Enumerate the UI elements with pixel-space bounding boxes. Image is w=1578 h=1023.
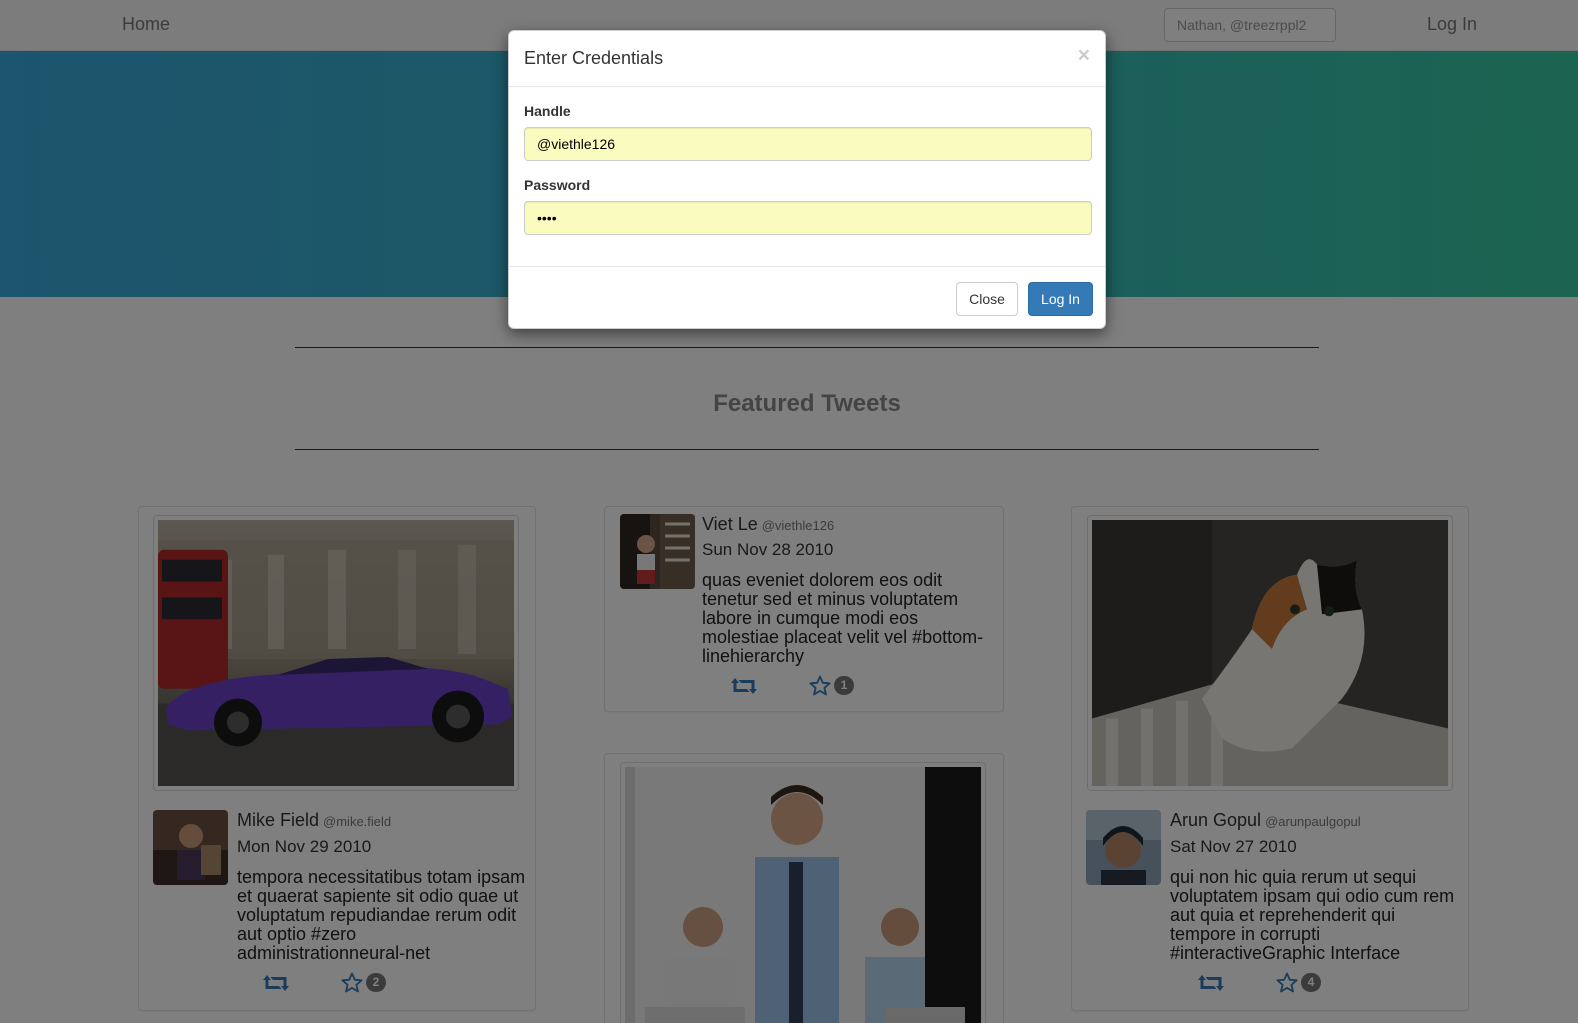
close-button[interactable]: Close: [956, 282, 1018, 316]
credentials-modal: Enter Credentials × Handle Password Clos…: [508, 30, 1106, 329]
modal-footer: Close Log In: [509, 266, 1105, 330]
modal-header: Enter Credentials ×: [509, 31, 1105, 87]
modal-title: Enter Credentials: [524, 48, 664, 68]
handle-input[interactable]: [524, 127, 1092, 161]
password-label: Password: [524, 177, 591, 193]
login-submit-button[interactable]: Log In: [1028, 282, 1093, 316]
password-input[interactable]: [524, 201, 1092, 235]
handle-label: Handle: [524, 103, 571, 119]
close-icon[interactable]: ×: [1078, 45, 1090, 66]
